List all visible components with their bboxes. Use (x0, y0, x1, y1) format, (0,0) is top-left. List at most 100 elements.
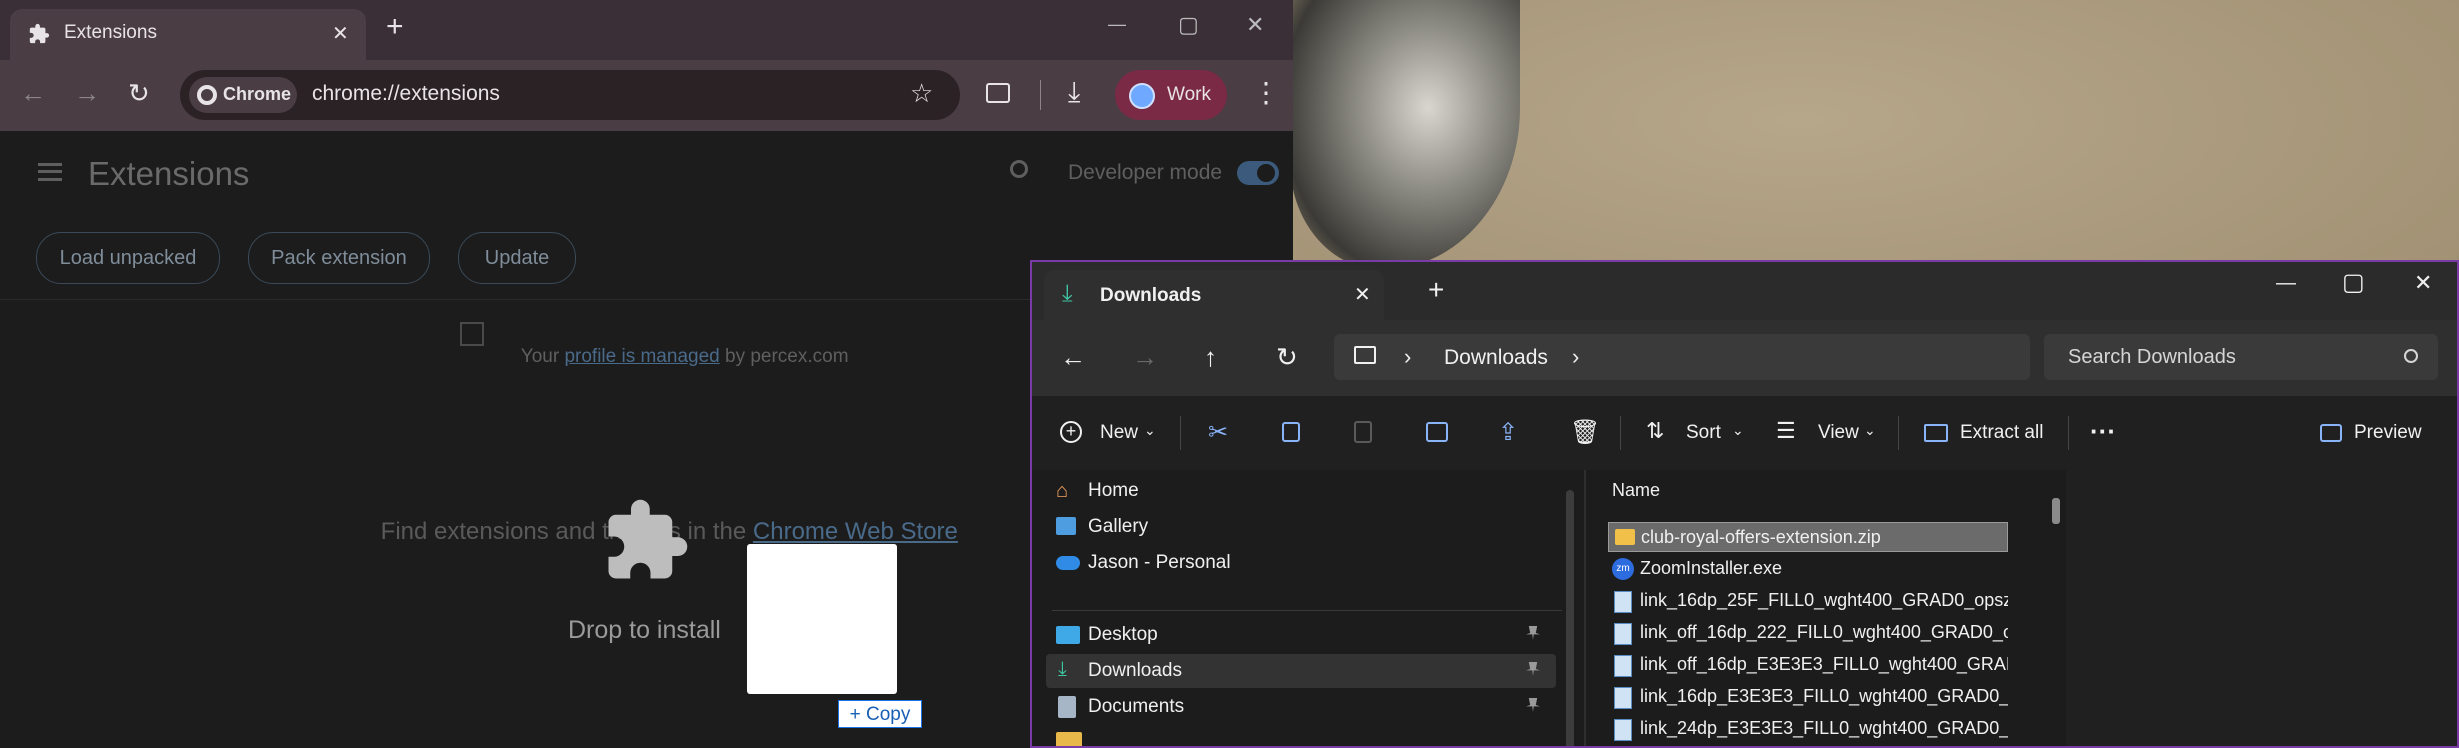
new-tab-button[interactable]: + (386, 10, 404, 44)
tab-extensions[interactable]: Extensions ✕ (10, 9, 366, 60)
chrome-site-chip[interactable]: Chrome (189, 77, 297, 113)
managed-link[interactable]: profile is managed (564, 346, 719, 367)
explorer-up-icon[interactable]: ↑ (1204, 342, 1217, 373)
nav-item-label: Downloads (1088, 660, 1182, 681)
pin-icon[interactable] (1526, 662, 1540, 676)
load-unpacked-button[interactable]: Load unpacked (36, 232, 220, 284)
nav-item-desktop[interactable]: Desktop (1046, 618, 1556, 652)
update-button[interactable]: Update (458, 232, 576, 284)
reload-icon[interactable]: ↻ (128, 78, 150, 109)
explorer-address-bar[interactable]: › Downloads › (1334, 334, 2030, 380)
toolbar-separator (2068, 416, 2069, 450)
back-arrow-icon[interactable]: ← (20, 78, 46, 109)
file-row[interactable]: link_16dp_E3E3E3_FILL0_wght400_GRAD0_ops… (1608, 682, 2008, 712)
download-arrow-icon: ⤓ (1062, 280, 1073, 307)
file-list-pane: Name club-royal-offers-extension.zip zm … (1584, 470, 2457, 746)
view-icon: ☰ (1776, 418, 1796, 443)
tab-search-icon[interactable] (986, 83, 1010, 103)
search-icon[interactable] (1010, 160, 1028, 178)
preview-area (2066, 470, 2457, 746)
preview-button[interactable]: Preview (2354, 422, 2422, 444)
nav-item-onedrive[interactable]: Jason - Personal (1046, 546, 1556, 580)
nav-item-gallery[interactable]: Gallery (1046, 510, 1556, 544)
nav-item-documents[interactable]: Documents (1046, 690, 1556, 724)
delete-trash-icon[interactable]: 🗑 (1570, 418, 1600, 447)
rename-icon[interactable] (1426, 422, 1448, 442)
toolbar-divider (1040, 80, 1041, 110)
nav-item-home[interactable]: ⌂ Home (1046, 474, 1556, 508)
column-header-name[interactable]: Name (1612, 480, 1660, 501)
explorer-new-tab-button[interactable]: + (1428, 274, 1444, 306)
extract-all-button[interactable]: Extract all (1960, 422, 2043, 444)
nav-scrollbar[interactable] (1566, 490, 1574, 746)
cut-icon[interactable]: ✂ (1208, 418, 1228, 447)
file-list-scrollbar[interactable] (2052, 498, 2060, 524)
file-name: link_16dp_E3E3E3_FILL0_wght400_GRAD0_ops… (1640, 686, 2008, 706)
desktop-icon (1056, 626, 1080, 644)
file-list: club-royal-offers-extension.zip zm ZoomI… (1606, 522, 2026, 746)
file-row[interactable]: link_16dp_25F_FILL0_wght400_GRAD0_opsz20… (1608, 586, 2008, 616)
bookmark-star-icon[interactable]: ☆ (910, 78, 933, 109)
file-row[interactable]: link_off_16dp_222_FILL0_wght400_GRAD0_op… (1608, 618, 2008, 648)
share-icon[interactable]: ⇪ (1498, 418, 1518, 447)
nav-separator-line (1052, 610, 1562, 611)
file-row[interactable]: zm ZoomInstaller.exe (1608, 554, 2008, 584)
profile-button[interactable]: Work (1115, 70, 1227, 120)
explorer-forward-icon[interactable]: → (1132, 342, 1158, 373)
url-text[interactable]: chrome://extensions (312, 82, 500, 106)
building-icon (460, 322, 484, 346)
copy-icon[interactable] (1282, 422, 1300, 442)
file-row-selected[interactable]: club-royal-offers-extension.zip (1608, 522, 2008, 552)
file-name: link_16dp_25F_FILL0_wght400_GRAD0_opsz20… (1640, 590, 2008, 610)
zoom-icon: zm (1612, 558, 1634, 580)
explorer-close-button[interactable]: ✕ (2414, 270, 2432, 296)
file-row[interactable]: link_off_16dp_E3E3E3_FILL0_wght400_GRAD0… (1608, 650, 2008, 680)
hamburger-menu-icon[interactable] (38, 163, 62, 181)
view-chevron-icon[interactable]: ⌄ (1864, 422, 1876, 439)
tab-close-icon[interactable]: ✕ (332, 21, 349, 46)
toolbar-separator (1898, 416, 1899, 450)
pack-extension-button[interactable]: Pack extension (248, 232, 430, 284)
managed-suffix: by percex.com (719, 346, 849, 367)
nav-item-downloads[interactable]: ⤓ Downloads (1046, 654, 1556, 688)
maximize-button[interactable]: ▢ (1178, 12, 1199, 38)
explorer-minimize-button[interactable]: — (2276, 272, 2296, 295)
close-window-button[interactable]: ✕ (1246, 12, 1264, 38)
explorer-maximize-button[interactable]: ▢ (2342, 268, 2365, 297)
pin-icon[interactable] (1526, 698, 1540, 712)
breadcrumb-downloads[interactable]: Downloads (1444, 346, 1548, 370)
chip-label: Chrome (223, 84, 292, 104)
file-name: link_24dp_E3E3E3_FILL0_wght400_GRAD0_ops… (1640, 718, 2008, 738)
breadcrumb-chevron-icon[interactable]: › (1572, 344, 1579, 370)
sort-icon: ⇅ (1646, 418, 1665, 443)
new-button[interactable]: New (1100, 422, 1138, 444)
download-arrow-icon: ⤓ (1058, 658, 1067, 680)
search-downloads-input[interactable]: Search Downloads (2044, 334, 2438, 380)
tab-downloads[interactable]: ⤓ Downloads ✕ (1044, 270, 1384, 320)
explorer-tab-close-icon[interactable]: ✕ (1354, 282, 1371, 307)
nav-item-partial[interactable] (1056, 732, 1082, 746)
minimize-button[interactable]: — (1108, 14, 1126, 35)
explorer-back-icon[interactable]: ← (1060, 342, 1086, 373)
explorer-refresh-icon[interactable]: ↻ (1276, 342, 1298, 373)
more-options-button[interactable]: ··· (2090, 416, 2116, 447)
search-icon[interactable] (2404, 349, 2418, 363)
view-button[interactable]: View (1818, 422, 1859, 444)
page-title: Extensions (88, 155, 250, 192)
sort-chevron-icon[interactable]: ⌄ (1732, 422, 1744, 439)
paste-icon[interactable] (1354, 421, 1372, 443)
breadcrumb-chevron-icon: › (1404, 344, 1412, 369)
new-chevron-icon[interactable]: ⌄ (1144, 422, 1156, 439)
developer-mode-toggle[interactable] (1237, 161, 1279, 185)
file-row[interactable]: link_24dp_E3E3E3_FILL0_wght400_GRAD0_ops… (1608, 714, 2008, 744)
managed-notice: Your profile is managed by percex.com (500, 324, 849, 390)
download-icon[interactable]: ⤓ (1068, 76, 1080, 109)
address-bar[interactable] (180, 70, 960, 120)
sort-button[interactable]: Sort (1686, 422, 1721, 444)
pin-icon[interactable] (1526, 626, 1540, 640)
forward-arrow-icon[interactable]: → (74, 78, 100, 109)
chrome-web-store-link[interactable]: Chrome Web Store (753, 518, 958, 545)
menu-kebab-icon[interactable]: ⋮ (1252, 76, 1280, 109)
image-file-icon (1614, 719, 1632, 741)
nav-item-label: Jason - Personal (1088, 552, 1231, 573)
